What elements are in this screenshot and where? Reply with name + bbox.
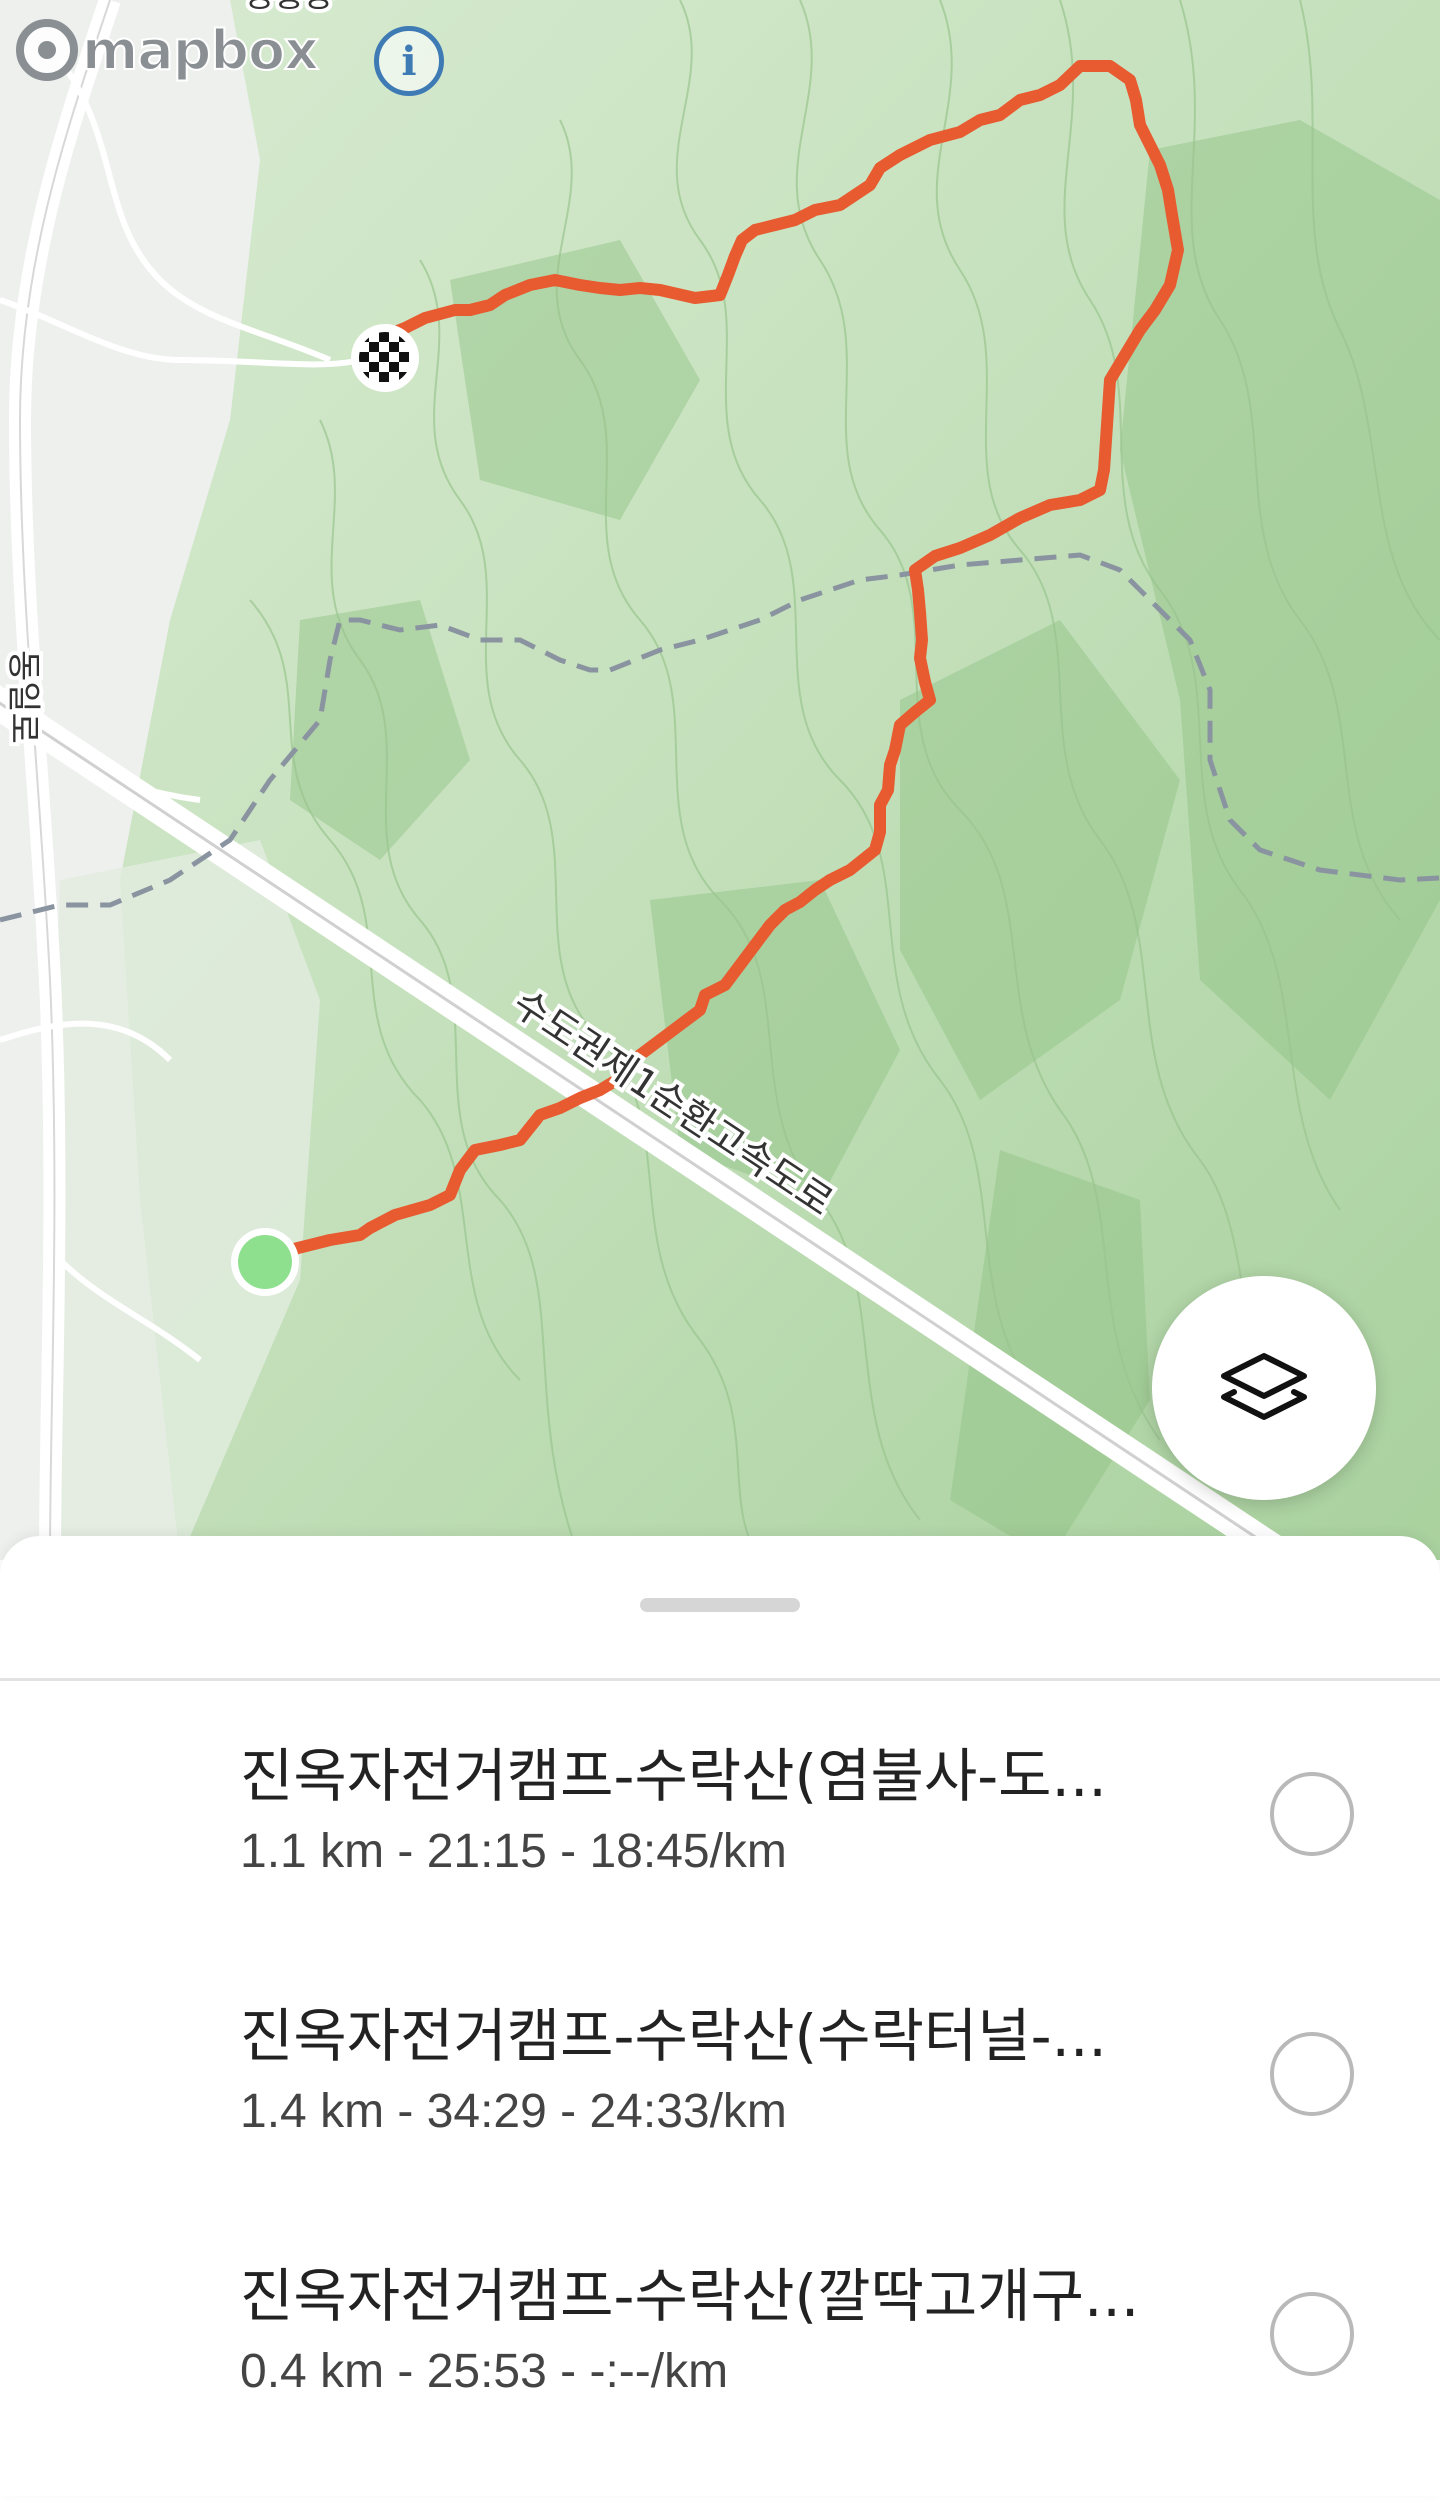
route-title: 진옥자전거캠프-수락산(수락터널-... — [240, 2002, 1107, 2070]
route-stats: 1.1 km - 21:15 - 18:45/km — [240, 1825, 787, 1878]
routes-bottom-sheet[interactable]: 진옥자전거캠프-수락산(염불사-도... 1.1 km - 21:15 - 18… — [0, 1536, 1440, 2496]
mapbox-logo[interactable]: mapbox — [16, 16, 320, 84]
route-stats: 0.4 km - 25:53 - -:--/km — [240, 2345, 729, 2398]
route-radio-button[interactable] — [1270, 1772, 1354, 1856]
route-item[interactable]: 진옥자전거캠프-수락산(수락터널-... 1.4 km - 34:29 - 24… — [0, 1998, 1440, 2248]
map-view[interactable]: 수도권제1순환고속도로 동일로 공릉동 — [0, 0, 1440, 1560]
route-title: 진옥자전거캠프-수락산(깔딱고개구... — [240, 2262, 1140, 2330]
local-road-label: 동일로 — [3, 650, 43, 744]
mapbox-logo-icon — [16, 19, 78, 81]
route-radio-button[interactable] — [1270, 2292, 1354, 2376]
sheet-drag-handle[interactable] — [640, 1598, 800, 1612]
route-item[interactable]: 진옥자전거캠프-수락산(염불사-도... 1.1 km - 21:15 - 18… — [0, 1738, 1440, 1988]
sheet-divider — [0, 1678, 1440, 1681]
route-title: 진옥자전거캠프-수락산(염불사-도... — [240, 1742, 1107, 1810]
finish-marker[interactable] — [351, 324, 419, 392]
layers-button[interactable] — [1152, 1276, 1376, 1500]
district-label: 공릉동 — [245, 0, 333, 14]
start-marker[interactable] — [231, 1228, 299, 1296]
route-item[interactable]: 진옥자전거캠프-수락산(깔딱고개구... 0.4 km - 25:53 - -:… — [0, 2258, 1440, 2508]
mapbox-wordmark: mapbox — [81, 18, 320, 83]
info-icon[interactable]: i — [374, 26, 444, 96]
checkered-flag-icon — [359, 332, 411, 384]
route-stats: 1.4 km - 34:29 - 24:33/km — [240, 2085, 787, 2138]
layers-icon — [1221, 1353, 1307, 1420]
route-radio-button[interactable] — [1270, 2032, 1354, 2116]
